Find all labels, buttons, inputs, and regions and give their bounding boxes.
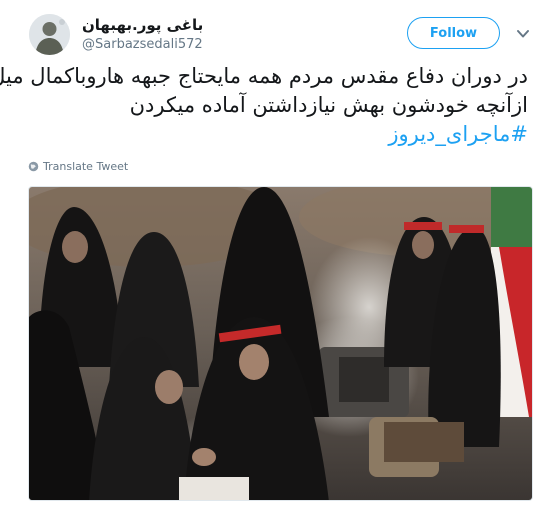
globe-icon [28, 161, 39, 172]
tweet-text: در دوران دفاع مقدس مردم همه مایحتاج جبهه… [0, 62, 528, 149]
translate-tweet-link[interactable]: Translate Tweet [28, 160, 128, 173]
follow-button[interactable]: Follow [407, 17, 500, 49]
tweet-line-1: در دوران دفاع مقدس مردم همه مایحتاج جبهه… [0, 64, 528, 88]
avatar-image [29, 14, 70, 55]
author-name[interactable]: باغی پور.بهبهان [82, 16, 203, 34]
translate-label[interactable]: Translate Tweet [43, 160, 128, 173]
chevron-down-icon[interactable] [515, 27, 531, 41]
hashtag-link[interactable]: #ماجرای_دیروز [28, 120, 528, 149]
tweet-line-2: ازآنچه خودشون بهش نیازداشتن آماده میکردن [129, 93, 528, 117]
photo-scene [29, 187, 532, 500]
author-handle[interactable]: @Sarbazsedali572 [82, 37, 203, 52]
tweet-photo[interactable] [28, 186, 533, 501]
avatar[interactable] [29, 14, 70, 55]
